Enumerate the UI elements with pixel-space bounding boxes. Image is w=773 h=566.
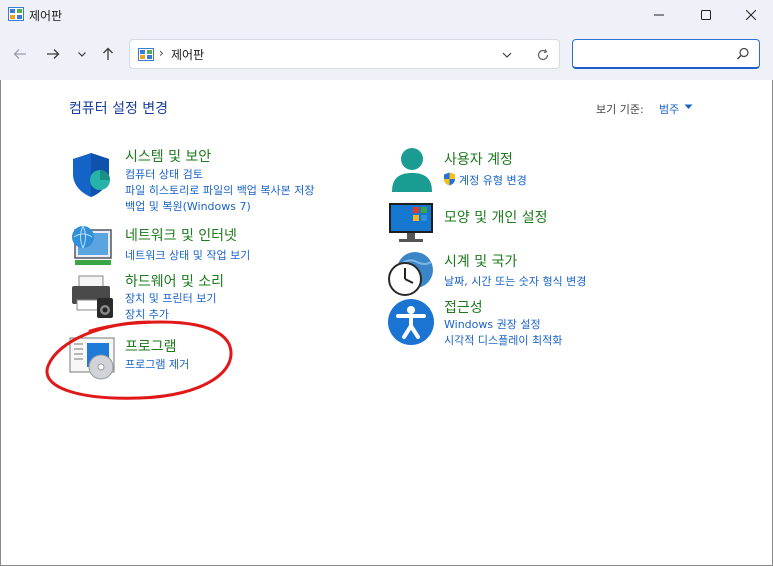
breadcrumb-control-panel[interactable]: 제어판	[171, 46, 204, 63]
accessibility-icon[interactable]	[387, 298, 437, 348]
maximize-icon	[701, 10, 711, 20]
category-clock-region[interactable]: 시계 및 국가	[444, 251, 517, 271]
caret-down-icon[interactable]	[684, 104, 693, 110]
window-title: 제어판	[29, 9, 63, 23]
clock-region-icon[interactable]	[387, 248, 437, 298]
category-programs[interactable]: 프로그램	[125, 336, 177, 356]
uac-shield-icon	[444, 172, 455, 186]
link-backup-restore[interactable]: 백업 및 복원(Windows 7)	[125, 198, 251, 214]
link-review-computer-status[interactable]: 컴퓨터 상태 검토	[125, 166, 203, 182]
up-button[interactable]	[96, 42, 120, 66]
control-panel-icon	[8, 7, 24, 21]
back-button[interactable]	[8, 42, 32, 66]
category-system-security[interactable]: 시스템 및 보안	[125, 146, 211, 166]
recent-locations-button[interactable]	[70, 42, 94, 66]
link-add-device[interactable]: 장치 추가	[125, 306, 169, 322]
link-devices-printers[interactable]: 장치 및 프린터 보기	[125, 290, 216, 306]
chevron-down-icon	[78, 52, 86, 57]
security-shield-icon[interactable]	[69, 150, 119, 200]
control-panel-icon	[138, 48, 154, 61]
link-change-account-type[interactable]: 계정 유형 변경	[459, 172, 527, 188]
arrow-left-icon	[13, 49, 26, 59]
search-icon[interactable]	[735, 46, 751, 62]
title-bar: 제어판	[0, 0, 773, 30]
link-file-history-backup[interactable]: 파일 히스토리로 파일의 백업 복사본 저장	[125, 182, 315, 198]
category-hardware-sound[interactable]: 하드웨어 및 소리	[125, 271, 224, 291]
appearance-personalization-icon[interactable]	[387, 199, 437, 249]
close-button[interactable]	[728, 0, 773, 30]
view-by-dropdown[interactable]: 범주	[659, 101, 679, 117]
minimize-icon	[654, 14, 664, 16]
category-accessibility[interactable]: 접근성	[444, 297, 483, 317]
search-box[interactable]	[572, 39, 760, 69]
minimize-button[interactable]	[636, 0, 682, 30]
printer-speaker-icon[interactable]	[69, 272, 119, 322]
refresh-icon[interactable]	[535, 47, 551, 63]
category-user-accounts[interactable]: 사용자 계정	[444, 149, 513, 169]
link-network-status[interactable]: 네트워크 상태 및 작업 보기	[125, 247, 250, 263]
link-change-date-time-format[interactable]: 날짜, 시간 또는 숫자 형식 변경	[444, 273, 586, 289]
user-accounts-icon[interactable]	[387, 146, 437, 196]
address-bar[interactable]: › 제어판	[129, 39, 560, 69]
maximize-button[interactable]	[683, 0, 729, 30]
arrow-right-icon	[47, 49, 60, 59]
link-windows-recommended-settings[interactable]: Windows 권장 설정	[444, 316, 541, 332]
category-network-internet[interactable]: 네트워크 및 인터넷	[125, 225, 237, 245]
network-icon[interactable]	[69, 222, 119, 272]
page-title: 컴퓨터 설정 변경	[69, 101, 169, 117]
programs-icon[interactable]	[69, 334, 119, 384]
navigation-bar: › 제어판	[0, 30, 773, 80]
forward-button[interactable]	[41, 42, 65, 66]
arrow-up-icon	[103, 47, 113, 60]
chevron-down-icon[interactable]	[500, 48, 514, 62]
close-icon	[746, 10, 756, 20]
breadcrumb-separator: ›	[159, 46, 164, 60]
category-appearance-personalization[interactable]: 모양 및 개인 설정	[444, 207, 548, 227]
link-optimize-visual-display[interactable]: 시각적 디스플레이 최적화	[444, 332, 562, 348]
view-by-label: 보기 기준:	[596, 103, 644, 116]
link-uninstall-program[interactable]: 프로그램 제거	[125, 356, 189, 372]
